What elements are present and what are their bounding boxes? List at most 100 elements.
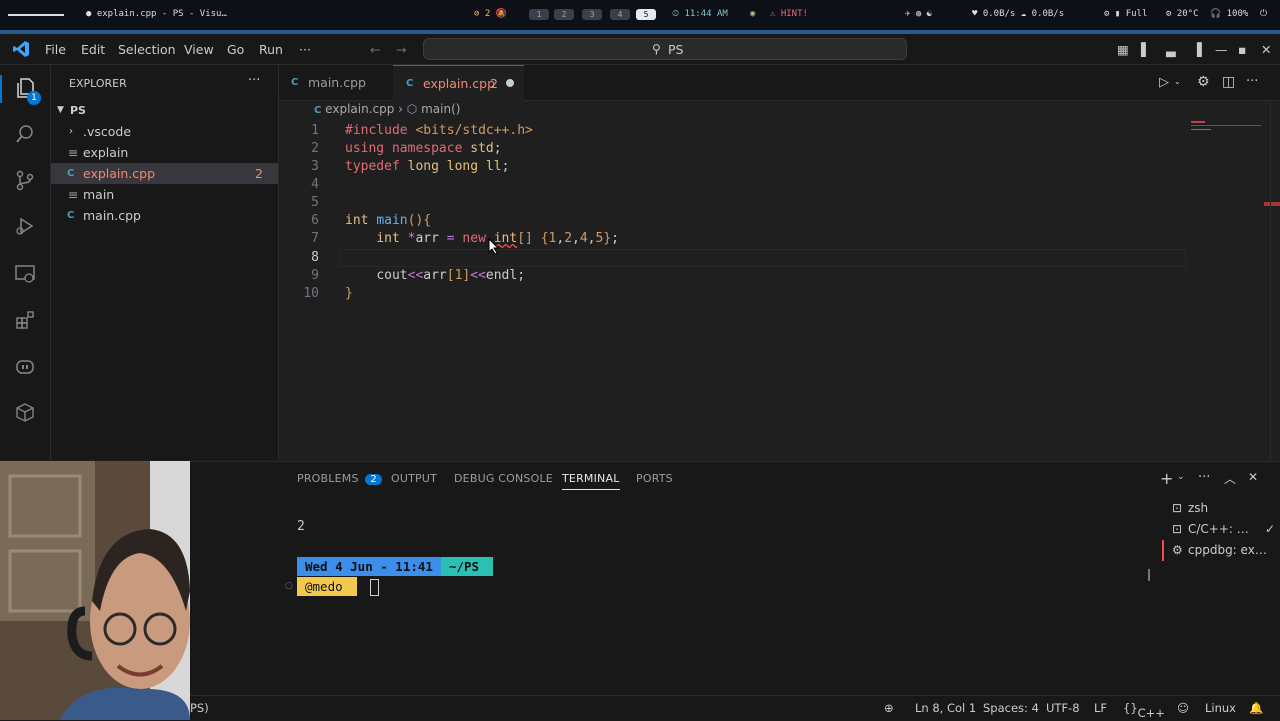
- tab-main-cpp[interactable]: C main.cpp: [279, 65, 392, 100]
- toggle-sidebar-icon[interactable]: ▌: [1141, 42, 1151, 57]
- code-line[interactable]: typedef long long ll;: [345, 158, 509, 176]
- menu-run[interactable]: Run: [259, 42, 283, 57]
- forward-arrow-icon[interactable]: →: [396, 42, 406, 57]
- os-volume[interactable]: 🎧 100%: [1210, 9, 1248, 19]
- code-line[interactable]: cout<<arr[1]<<endl;: [345, 267, 525, 285]
- copilot-icon[interactable]: [14, 355, 36, 377]
- zoom-icon[interactable]: ⊕: [884, 701, 894, 715]
- line-number-current: 8: [311, 250, 319, 265]
- explorer-more-button[interactable]: ···: [248, 73, 260, 88]
- tree-item-main[interactable]: ≡ main: [51, 184, 278, 205]
- close-window-icon[interactable]: ✕: [1261, 42, 1271, 57]
- packages-icon[interactable]: [14, 401, 36, 423]
- workspace-5[interactable]: 5: [636, 9, 656, 20]
- notifications-bell-icon[interactable]: 🔔: [1249, 701, 1263, 715]
- power-icon[interactable]: ⏻: [1260, 9, 1267, 19]
- code-editor[interactable]: C explain.cpp › ⬡ main() 1 2 3 4 5 6 7 8…: [279, 101, 1280, 460]
- workspace-1[interactable]: 1: [529, 9, 549, 20]
- workspace-4[interactable]: 4: [610, 9, 630, 20]
- extensions-icon[interactable]: [14, 309, 36, 331]
- os-clock: ⏲ 11:44 AM: [672, 9, 728, 19]
- menu-more[interactable]: ···: [299, 42, 311, 57]
- toggle-panel-icon[interactable]: ▃: [1166, 42, 1176, 57]
- workspace-2[interactable]: 2: [554, 9, 574, 20]
- error-count-badge: 2: [255, 166, 263, 181]
- command-center-search[interactable]: ⚲ PS: [423, 38, 907, 60]
- code-line[interactable]: using namespace std;: [345, 140, 502, 158]
- close-panel-icon[interactable]: ✕: [1248, 470, 1258, 484]
- menu-file[interactable]: File: [45, 42, 66, 57]
- code-token: ;: [517, 268, 526, 283]
- workspace-root[interactable]: ▼ PS: [51, 100, 278, 121]
- run-file-icon[interactable]: ▷: [1159, 75, 1169, 90]
- os-menu-underline: [8, 14, 64, 16]
- settings-gear-icon[interactable]: ⚙: [1197, 74, 1210, 90]
- os-hint[interactable]: ⚠ HINT!: [770, 9, 808, 19]
- menu-view[interactable]: View: [184, 42, 214, 57]
- layout-icon[interactable]: ▦: [1117, 42, 1129, 57]
- back-arrow-icon[interactable]: ←: [370, 42, 380, 57]
- menu-go[interactable]: Go: [227, 42, 244, 57]
- tab-explain-cpp[interactable]: C explain.cpp 2: [393, 65, 524, 101]
- minimize-icon[interactable]: —: [1215, 42, 1228, 57]
- tree-item-main-cpp[interactable]: C main.cpp: [51, 205, 278, 226]
- command-center-text: PS: [668, 42, 684, 57]
- maximize-panel-icon[interactable]: ︿: [1224, 470, 1236, 487]
- minimap[interactable]: [1191, 121, 1261, 133]
- tree-item-vscode[interactable]: › .vscode: [51, 121, 278, 142]
- status-bar: PS) ⊕ Ln 8, Col 1 Spaces: 4 UTF-8 LF {} …: [0, 695, 1280, 721]
- copilot-status-icon[interactable]: ☺: [1177, 701, 1189, 715]
- chevron-down-icon[interactable]: ⌄: [1174, 77, 1181, 86]
- maximize-icon[interactable]: ▪: [1238, 42, 1246, 57]
- editor-more-icon[interactable]: ···: [1246, 74, 1258, 89]
- menu-edit[interactable]: Edit: [81, 42, 105, 57]
- cursor-position[interactable]: Ln 8, Col 1: [915, 701, 976, 715]
- scrollbar-track[interactable]: [1270, 101, 1271, 460]
- terminal-list-item-cpp[interactable]: ⊡ C/C++: … ✓: [1162, 519, 1280, 540]
- new-terminal-icon[interactable]: +: [1160, 469, 1173, 488]
- tree-item-explain[interactable]: ≡ explain: [51, 142, 278, 163]
- terminal-list-item-zsh[interactable]: ⊡ zsh: [1162, 498, 1280, 519]
- code-line[interactable]: }: [345, 285, 353, 303]
- search-icon[interactable]: [14, 123, 36, 145]
- code-token: <<: [407, 268, 424, 283]
- tray-icons[interactable]: ✈ ◍ ☯: [905, 9, 932, 19]
- code-line[interactable]: int *arr = new int[] {1,2,4,5};: [345, 230, 619, 248]
- status-left-fragment[interactable]: PS): [190, 701, 209, 715]
- tab-output[interactable]: OUTPUT: [391, 472, 437, 485]
- line-number: 10: [303, 286, 319, 301]
- toggle-secondary-sidebar-icon[interactable]: ▐: [1192, 42, 1202, 57]
- code-line[interactable]: int main(){: [345, 212, 431, 230]
- panel-more-icon[interactable]: ···: [1198, 470, 1210, 485]
- platform[interactable]: Linux: [1205, 701, 1236, 715]
- menu-selection[interactable]: Selection: [118, 42, 176, 57]
- tab-terminal[interactable]: TERMINAL: [562, 472, 620, 490]
- unsaved-dot-icon[interactable]: [506, 79, 514, 87]
- workspace-3[interactable]: 3: [582, 9, 602, 20]
- chevron-down-icon[interactable]: ⌄: [1177, 472, 1185, 482]
- tab-problems[interactable]: PROBLEMS 2: [297, 472, 382, 485]
- tab-label: explain.cpp: [423, 76, 496, 91]
- indentation[interactable]: Spaces: 4: [983, 701, 1039, 715]
- code-line[interactable]: #include <bits/stdc++.h>: [345, 122, 533, 140]
- clock-text: 11:44 AM: [684, 9, 728, 19]
- tab-ports[interactable]: PORTS: [636, 472, 673, 485]
- breadcrumb-symbol[interactable]: main(): [421, 102, 460, 116]
- end-of-line[interactable]: LF: [1094, 701, 1107, 715]
- tab-debug-console[interactable]: DEBUG CONSOLE: [454, 472, 553, 485]
- eye-icon[interactable]: ◉: [750, 9, 755, 19]
- os-notification[interactable]: ⊘ 2 🔕: [474, 9, 507, 19]
- breadcrumb-file[interactable]: explain.cpp: [325, 102, 394, 116]
- split-editor-icon[interactable]: ◫: [1222, 74, 1235, 90]
- code-token: endl: [485, 268, 518, 283]
- encoding[interactable]: UTF-8: [1046, 701, 1080, 715]
- remote-explorer-icon[interactable]: [14, 263, 36, 285]
- language-label: C++: [1137, 706, 1165, 720]
- run-debug-icon[interactable]: [14, 215, 36, 237]
- terminal-list-item-cppdbg[interactable]: ⚙ cppdbg: ex…: [1162, 540, 1280, 561]
- terminal-scrollbar[interactable]: [1148, 569, 1150, 581]
- source-control-icon[interactable]: [14, 169, 36, 191]
- language-mode[interactable]: {} C++: [1123, 701, 1165, 720]
- tree-item-explain-cpp[interactable]: C explain.cpp 2: [51, 163, 278, 184]
